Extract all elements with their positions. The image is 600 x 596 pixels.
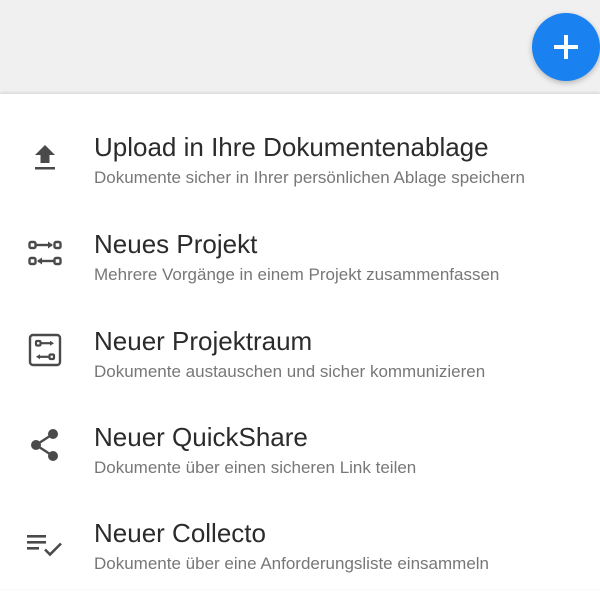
menu-item-new-collecto[interactable]: Neuer Collecto Dokumente über eine Anfor… (0, 500, 600, 596)
menu-item-new-quickshare[interactable]: Neuer QuickShare Dokumente über einen si… (0, 404, 600, 500)
menu-item-upload[interactable]: Upload in Ihre Dokumentenablage Dokument… (0, 114, 600, 210)
plus-icon (554, 35, 578, 59)
share-icon (26, 426, 64, 464)
menu-item-subtitle: Mehrere Vorgänge in einem Projekt zusamm… (94, 265, 500, 284)
checklist-icon (26, 526, 64, 564)
add-button[interactable] (532, 13, 600, 81)
menu-item-subtitle: Dokumente austauschen und sicher kommuni… (94, 362, 486, 381)
menu-item-subtitle: Dokumente über eine Anforderungsliste ei… (94, 554, 490, 573)
project-icon (26, 234, 64, 272)
menu-item-subtitle: Dokumente sicher in Ihrer persönlichen A… (94, 168, 525, 187)
menu-item-title: Neues Projekt (94, 229, 258, 259)
upload-icon (26, 138, 64, 176)
menu-item-title: Upload in Ihre Dokumentenablage (94, 132, 489, 162)
top-bar (0, 0, 600, 94)
project-room-icon (26, 331, 64, 369)
menu-item-new-project[interactable]: Neues Projekt Mehrere Vorgänge in einem … (0, 211, 600, 307)
menu-item-new-project-room[interactable]: Neuer Projektraum Dokumente austauschen … (0, 308, 600, 404)
menu-item-title: Neuer Collecto (94, 518, 266, 548)
menu-item-subtitle: Dokumente über einen sicheren Link teile… (94, 458, 417, 477)
create-menu: Upload in Ihre Dokumentenablage Dokument… (0, 94, 600, 589)
menu-item-title: Neuer Projektraum (94, 326, 313, 356)
menu-item-title: Neuer QuickShare (94, 422, 308, 452)
